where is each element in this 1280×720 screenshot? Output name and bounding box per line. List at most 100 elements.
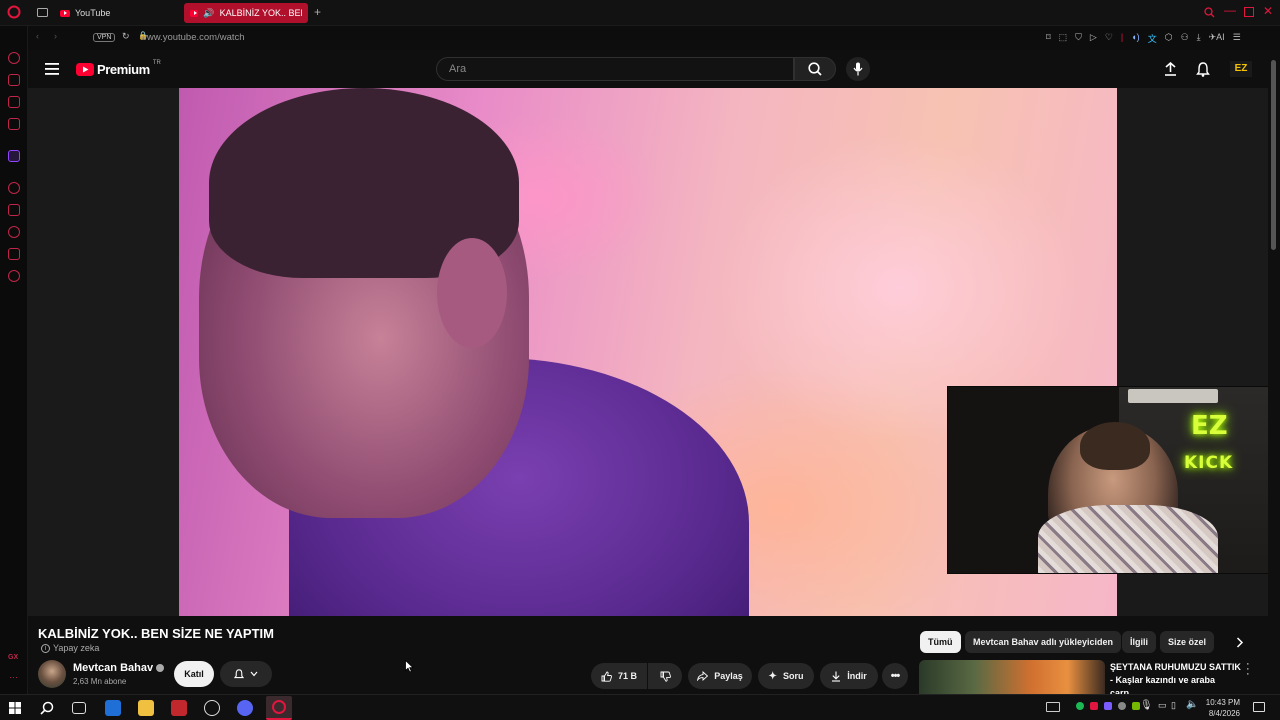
search-tabs-icon[interactable]	[1204, 7, 1215, 18]
chevron-right-icon[interactable]	[1236, 637, 1244, 648]
ai-icon[interactable]: ✈AI	[1209, 32, 1225, 45]
dislike-button[interactable]	[648, 663, 682, 689]
url-field[interactable]: www.youtube.com/watch	[140, 32, 245, 43]
extensions-icon[interactable]: ⬡	[1165, 32, 1173, 45]
ask-button[interactable]: ✦ Soru	[758, 663, 814, 689]
steam-icon[interactable]	[204, 700, 220, 716]
opera-logo-icon[interactable]	[7, 5, 21, 19]
clock-date: 8/4/2026	[1208, 709, 1240, 718]
sidebar-settings-icon[interactable]	[8, 270, 20, 282]
channel-name-label: Mevtcan Bahav	[73, 662, 154, 674]
tray-app-icon-2[interactable]	[1090, 702, 1098, 710]
sidebar-music-icon[interactable]	[8, 118, 20, 130]
keyboard-icon[interactable]	[1046, 702, 1060, 712]
subscription-bell-button[interactable]	[220, 661, 272, 687]
tab-active-video[interactable]: 🔊 KALBİNİZ YOK.. BEN Sİ	[184, 3, 308, 23]
bookmark-icon[interactable]: ⌑	[1046, 32, 1051, 45]
scrollbar-thumb[interactable]	[1271, 60, 1276, 250]
notifications-bell-icon[interactable]	[1196, 62, 1210, 77]
sidebar-bookmarks-icon[interactable]	[8, 204, 20, 216]
download-button[interactable]: İndir	[820, 663, 878, 689]
new-tab-icon[interactable]: +	[314, 5, 321, 19]
voice-search-button[interactable]	[846, 57, 870, 81]
webcam-streamer-shirt	[1038, 505, 1218, 573]
snapshot-icon[interactable]: ⬚	[1059, 32, 1068, 45]
sidebar-shopping-icon[interactable]	[8, 74, 20, 86]
discord-icon[interactable]	[237, 700, 253, 716]
page-scrollbar[interactable]	[1268, 50, 1280, 694]
bell-icon	[234, 668, 244, 678]
sidebar-send-icon[interactable]	[8, 248, 20, 260]
heart-icon[interactable]: ♡	[1105, 32, 1113, 45]
close-window-icon[interactable]: ✕	[1263, 4, 1273, 18]
tab-youtube[interactable]: YouTube	[54, 3, 116, 23]
search-input[interactable]: Ara	[436, 57, 794, 81]
outlook-icon[interactable]	[105, 700, 121, 716]
forward-icon[interactable]: ›	[54, 31, 57, 41]
taskbar-search-icon[interactable]	[40, 701, 54, 715]
chip-for-you[interactable]: Size özel	[1160, 631, 1215, 653]
tray-app-icon-3[interactable]	[1104, 702, 1112, 710]
account-icon[interactable]: ⚇	[1181, 32, 1189, 45]
search-icon	[808, 62, 822, 76]
notification-center-icon[interactable]	[1253, 702, 1265, 712]
tab-overview-icon[interactable]	[37, 8, 48, 17]
recommendation-thumbnail[interactable]	[919, 660, 1105, 694]
chip-uploader[interactable]: Mevtcan Bahav adlı yükleyiciden	[965, 631, 1122, 653]
file-explorer-icon[interactable]	[138, 700, 154, 716]
volume-icon[interactable]: 🔈	[1186, 699, 1198, 710]
sidebar-more-icon[interactable]: ···	[9, 672, 18, 682]
subscriber-count: 2,63 Mn abone	[73, 677, 127, 686]
recommendation-menu-icon[interactable]: · · ·	[1246, 659, 1250, 680]
nvidia-icon[interactable]	[1132, 702, 1140, 710]
reload-icon[interactable]: ↻	[122, 31, 130, 42]
more-actions-button[interactable]: •••	[882, 663, 908, 689]
play-icon[interactable]: ▷	[1090, 32, 1097, 45]
logo-region: TR	[152, 59, 161, 66]
ai-badge[interactable]: i Yapay zeka	[41, 643, 99, 653]
opera-gx-taskbar-button[interactable]	[266, 696, 292, 720]
microphone-tray-icon[interactable]: 🎙	[1140, 700, 1153, 711]
chevron-down-icon	[250, 671, 258, 677]
chip-related[interactable]: İlgili	[1122, 631, 1156, 653]
like-button[interactable]: 71 B	[591, 663, 647, 689]
chip-for-you-label: Size özel	[1168, 637, 1207, 647]
youtube-premium-logo[interactable]: Premium TR	[76, 59, 161, 77]
tray-app-icon-4[interactable]	[1118, 702, 1126, 710]
chip-uploader-label: Mevtcan Bahav adlı yükleyiciden	[973, 637, 1114, 647]
minimize-icon[interactable]: —	[1224, 3, 1236, 17]
voicemod-icon[interactable]	[171, 700, 187, 716]
vpn-badge[interactable]: VPN	[93, 33, 116, 42]
translate-extension-icon[interactable]: 文	[1148, 32, 1157, 45]
back-icon[interactable]: ‹	[36, 31, 39, 41]
speaker-icon[interactable]: 🔊	[203, 8, 214, 19]
channel-avatar[interactable]	[38, 660, 66, 688]
windows-start-icon[interactable]	[9, 702, 21, 714]
download-icon[interactable]: ⤓	[1197, 32, 1201, 45]
clock[interactable]: 10:43 PM 8/4/2026	[1206, 697, 1240, 719]
maximize-icon[interactable]	[1244, 7, 1254, 17]
youtube-favicon-icon	[60, 9, 70, 17]
task-view-icon[interactable]	[72, 702, 86, 714]
sidebar-twitch-icon[interactable]	[8, 150, 20, 162]
account-avatar-icon[interactable]: EZ	[1230, 61, 1252, 77]
join-button[interactable]: Katıl	[174, 661, 214, 687]
sidebar-messenger-icon[interactable]	[8, 96, 20, 108]
sidebar-history-icon[interactable]	[8, 52, 20, 64]
download-icon	[832, 671, 841, 682]
sidebar-clock-icon[interactable]	[8, 226, 20, 238]
channel-name[interactable]: Mevtcan Bahav	[73, 662, 165, 674]
sidebar-player-icon[interactable]	[8, 182, 20, 194]
gx-label[interactable]: GX	[8, 654, 18, 661]
search-button[interactable]	[794, 57, 836, 81]
upload-icon[interactable]	[1164, 62, 1177, 76]
menu-icon[interactable]: ☰	[1233, 32, 1241, 45]
tray-app-icon-1[interactable]	[1076, 702, 1084, 710]
hamburger-menu-icon[interactable]	[45, 63, 59, 75]
network-icon[interactable]: ▭	[1158, 700, 1167, 711]
share-button[interactable]: Paylaş	[688, 663, 752, 689]
sound-wave-icon[interactable]: ◖)	[1131, 32, 1139, 45]
chip-all[interactable]: Tümü	[920, 631, 961, 653]
battery-icon[interactable]: ▯	[1171, 700, 1176, 711]
shield-icon[interactable]: ⛉	[1075, 32, 1082, 45]
